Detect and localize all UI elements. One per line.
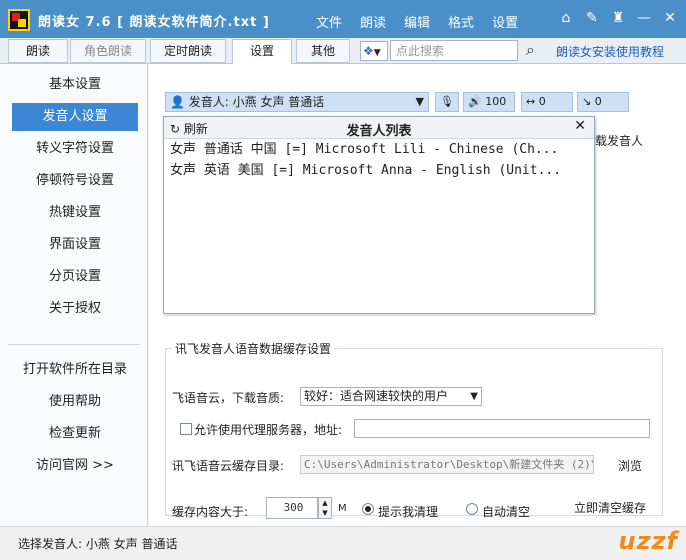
microphone-icon: 🎙 (440, 95, 454, 108)
chevron-down-icon: ▼ (322, 509, 328, 517)
cache-group-title: 讯飞发音人语音数据缓存设置 (172, 340, 335, 357)
clear-cache-button[interactable]: 立即清空缓存 (574, 499, 646, 516)
cache-settings-group: 讯飞发音人语音数据缓存设置 飞语音云，下载音质: 较好：适合网速较快的用户 ▼ … (165, 340, 663, 519)
sidebar-divider (8, 344, 140, 345)
tab-other[interactable]: 其他 (296, 39, 350, 63)
pitch-value: 0 (594, 95, 602, 108)
speed-field[interactable]: ↔ 0 (521, 92, 573, 112)
quality-select-value: 较好：适合网速较快的用户 (304, 389, 449, 403)
cache-dir-input[interactable]: C:\Users\Administrator\Desktop\新建文件夹 (2)… (300, 455, 594, 474)
menu-edit[interactable]: 编辑 (404, 12, 430, 31)
voice-select-value: 发音人: 小燕 女声 普通话 (188, 95, 325, 109)
paw-icon: ❖ (363, 44, 374, 58)
voice-settings-panel: 👤 发音人: 小燕 女声 普通话 ▼ 🎙 🔊 100 ↔ 0 ↘ 0 载发音人 … (149, 64, 686, 526)
browse-button[interactable]: 浏览 (618, 457, 642, 474)
quality-label: 飞语音云，下载音质: (172, 391, 285, 405)
tab-settings[interactable]: 设置 (232, 39, 292, 65)
pitch-icon: ↘ (582, 95, 592, 108)
sidebar-item-license[interactable]: 关于授权 (12, 295, 138, 323)
pin-icon[interactable]: ✎ (584, 10, 600, 26)
tab-read[interactable]: 朗读 (8, 39, 68, 63)
settings-sidebar: 基本设置 发音人设置 转义字符设置 停顿符号设置 热键设置 界面设置 分页设置 … (0, 64, 148, 526)
chevron-up-icon: ▲ (322, 499, 328, 507)
cache-dir-label: 讯飞语音云缓存目录: (172, 459, 285, 473)
tab-timed-read[interactable]: 定时朗读 (150, 39, 226, 63)
chevron-down-icon: ▼ (373, 48, 381, 58)
menu-format[interactable]: 格式 (448, 12, 474, 31)
status-bar: 选择发音人: 小燕 女声 普通话 uzzf (0, 526, 686, 560)
tab-role-read[interactable]: 角色朗读 (70, 39, 146, 63)
cache-size-input[interactable]: 300 (266, 497, 318, 519)
sidebar-item-paging[interactable]: 分页设置 (12, 263, 138, 291)
window-title: 朗读女 7.6 [ 朗读女软件简介.txt ] (38, 15, 270, 30)
minimize-icon[interactable]: — (636, 10, 652, 26)
sidebar-item-voice[interactable]: 发音人设置 (12, 103, 138, 131)
tab-bar: 朗读 角色朗读 定时朗读 设置 其他 ❖▼ ⌕ 朗读女安装使用教程 (0, 38, 686, 65)
menu-file[interactable]: 文件 (316, 12, 342, 31)
shirt-icon[interactable]: ♜ (610, 10, 626, 26)
proxy-checkbox[interactable] (180, 423, 192, 435)
check-update-link[interactable]: 检查更新 (12, 420, 138, 448)
download-voice-link[interactable]: 载发音人 (595, 132, 643, 149)
app-logo (8, 9, 30, 31)
sidebar-item-hotkeys[interactable]: 热键设置 (12, 199, 138, 227)
radio-auto-clear[interactable] (466, 503, 478, 515)
watermark-logo: uzzf (618, 527, 678, 555)
proxy-address-input[interactable] (354, 419, 650, 438)
chevron-down-icon: ▼ (470, 391, 478, 402)
open-install-dir-link[interactable]: 打开软件所在目录 (12, 356, 138, 384)
mic-toggle[interactable]: 🎙 (435, 92, 459, 112)
title-bar: 朗读女 7.6 [ 朗读女软件简介.txt ] 文件 朗读 编辑 格式 设置 ⌂… (0, 0, 686, 38)
quality-select[interactable]: 较好：适合网速较快的用户 ▼ (300, 387, 482, 406)
voice-list-title: 发音人列表 (346, 124, 412, 139)
menu-bar: 文件 朗读 编辑 格式 设置 (316, 12, 518, 31)
person-icon: 👤 (170, 95, 185, 109)
voice-list-popup: ↻ 刷新 发音人列表 ✕ 女声 普通话 中国 [=] Microsoft Lil… (163, 116, 595, 314)
speed-value: 0 (538, 95, 546, 108)
cache-size-label: 缓存内容大于: (172, 505, 249, 519)
radio-prompt-label: 提示我清理 (378, 505, 439, 519)
speed-icon: ↔ (526, 95, 536, 108)
close-icon[interactable]: ✕ (662, 10, 678, 26)
official-site-link[interactable]: 访问官网 >> (12, 452, 138, 480)
pitch-field[interactable]: ↘ 0 (577, 92, 629, 112)
volume-field[interactable]: 🔊 100 (463, 92, 515, 112)
cache-size-unit: M (338, 503, 347, 514)
sidebar-item-interface[interactable]: 界面设置 (12, 231, 138, 259)
sidebar-item-basic[interactable]: 基本设置 (12, 71, 138, 99)
chevron-down-icon: ▼ (415, 95, 424, 108)
voice-picker-button[interactable]: ❖▼ (360, 41, 388, 61)
voice-list-item[interactable]: 女声 普通话 中国 [=] Microsoft Lili - Chinese (… (164, 139, 594, 160)
sidebar-item-pause-symbols[interactable]: 停顿符号设置 (12, 167, 138, 195)
cache-size-stepper[interactable]: ▲ ▼ (318, 497, 332, 519)
search-icon[interactable]: ⌕ (526, 40, 535, 60)
radio-auto-label: 自动清空 (482, 505, 531, 519)
proxy-label: 允许使用代理服务器，地址: (194, 423, 343, 437)
voice-list-item[interactable]: 女声 英语 美国 [=] Microsoft Anna - English (U… (164, 160, 594, 181)
menu-read[interactable]: 朗读 (360, 12, 386, 31)
status-text: 选择发音人: 小燕 女声 普通话 (18, 537, 178, 551)
sidebar-item-escape-chars[interactable]: 转义字符设置 (12, 135, 138, 163)
speaker-icon: 🔊 (468, 95, 482, 108)
volume-value: 100 (485, 95, 507, 108)
voice-select[interactable]: 👤 发音人: 小燕 女声 普通话 ▼ (165, 92, 429, 112)
titlebar-buttons: ⌂ ✎ ♜ — ✕ (558, 10, 678, 26)
radio-prompt-clean[interactable] (362, 503, 374, 515)
voice-list-header: ↻ 刷新 发音人列表 ✕ (164, 117, 594, 139)
install-guide-link[interactable]: 朗读女安装使用教程 (556, 43, 664, 60)
close-icon[interactable]: ✕ (574, 118, 586, 134)
menu-settings[interactable]: 设置 (492, 12, 518, 31)
help-link[interactable]: 使用帮助 (12, 388, 138, 416)
search-input[interactable] (390, 40, 518, 61)
home-icon[interactable]: ⌂ (558, 10, 574, 26)
